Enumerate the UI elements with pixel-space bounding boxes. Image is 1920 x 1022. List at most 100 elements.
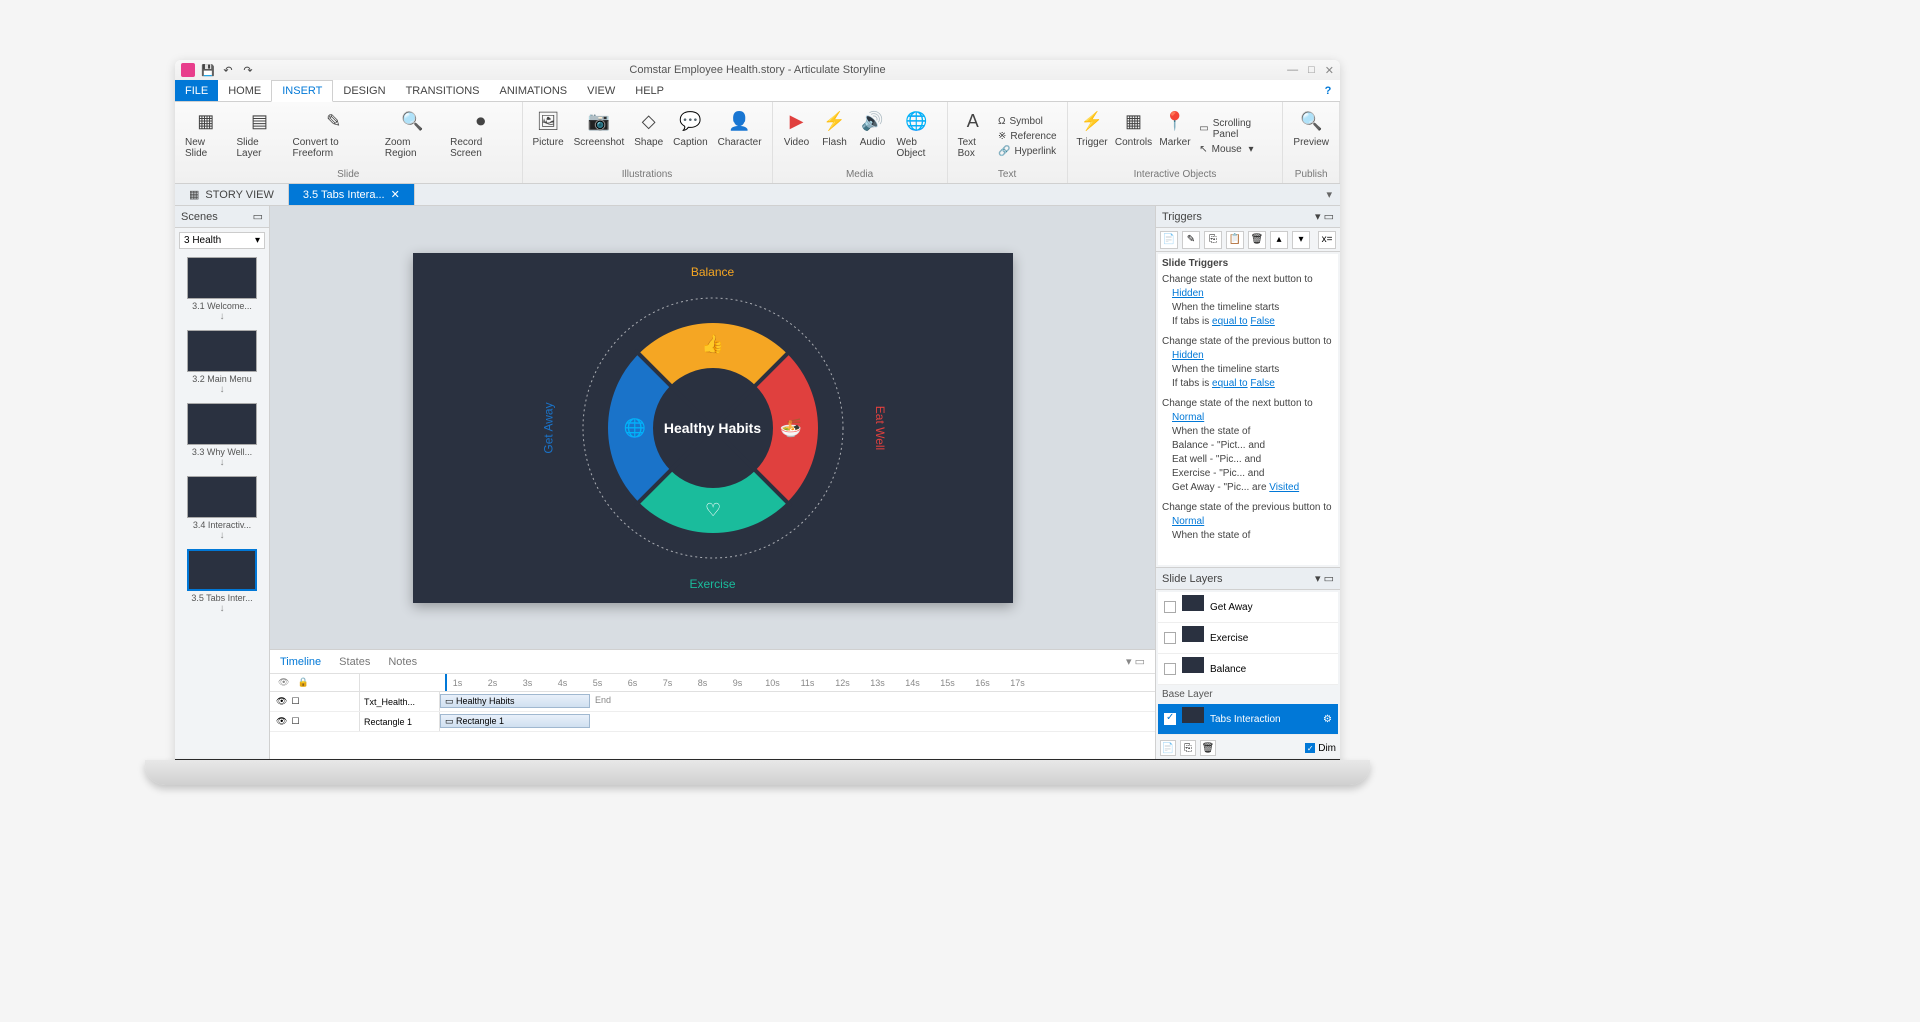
video-button[interactable]: ▶Video	[779, 105, 815, 167]
layers-title: Slide Layers	[1162, 573, 1223, 585]
timeline-track[interactable]: 👁☐Rectangle 1▭ Rectangle 1	[270, 712, 1155, 732]
slide-stage[interactable]: 👍 🍜 ♡ 🌐 Healthy Habits Balance Eat Well …	[413, 253, 1013, 603]
chevron-down-icon: ▾	[255, 235, 260, 246]
symbol-button[interactable]: ΩSymbol	[994, 115, 1061, 128]
window-title: Comstar Employee Health.story - Articula…	[629, 64, 885, 76]
caption-button[interactable]: 💬Caption	[669, 105, 711, 167]
screenshot-button[interactable]: 📷Screenshot	[570, 105, 629, 167]
segment-label-eatwell: Eat Well	[873, 405, 887, 449]
shape-button[interactable]: ◇Shape	[630, 105, 667, 167]
convert-freeform-button[interactable]: ✎Convert to Freeform	[289, 105, 379, 167]
tab-help[interactable]: HELP	[625, 80, 674, 101]
new-layer-button[interactable]: 📄	[1160, 740, 1176, 756]
scrolling-panel-button[interactable]: ▭Scrolling Panel	[1195, 117, 1276, 141]
tab-file[interactable]: FILE	[175, 80, 218, 101]
picture-button[interactable]: 🖼Picture	[529, 105, 568, 167]
paste-trigger-button[interactable]: 📋	[1226, 231, 1244, 249]
duplicate-layer-button[interactable]: ⎘	[1180, 740, 1196, 756]
story-view-tab[interactable]: ▦STORY VIEW	[175, 184, 289, 205]
hyperlink-button[interactable]: 🔗Hyperlink	[994, 145, 1061, 158]
segment-label-balance: Balance	[691, 265, 734, 279]
scene-thumb[interactable]: 3.1 Welcome...↓	[179, 257, 265, 322]
triggers-panel: Triggers▾ ▭ 📄 ✎ ⎘ 📋 🗑 ▴ ▾ x= Slide Trigg…	[1156, 206, 1340, 567]
tab-view[interactable]: VIEW	[577, 80, 625, 101]
tab-design[interactable]: DESIGN	[333, 80, 395, 101]
redo-icon[interactable]: ↷	[241, 63, 255, 77]
svg-text:🌐: 🌐	[623, 417, 645, 438]
delete-trigger-button[interactable]: 🗑	[1248, 231, 1266, 249]
new-slide-button[interactable]: ▦New Slide	[181, 105, 230, 167]
save-icon[interactable]: 💾	[201, 63, 215, 77]
timeline-panel: Timeline States Notes ▾ ▭ 👁🔒 1s2s3s4s5s6…	[270, 649, 1155, 759]
scene-thumb[interactable]: 3.3 Why Well...↓	[179, 403, 265, 468]
help-icon[interactable]: ?	[1316, 80, 1340, 101]
undo-icon[interactable]: ↶	[221, 63, 235, 77]
audio-button[interactable]: 🔊Audio	[855, 105, 891, 167]
copy-trigger-button[interactable]: ⎘	[1204, 231, 1222, 249]
scene-thumb[interactable]: 3.5 Tabs Inter...↓	[179, 549, 265, 614]
tabs-dropdown-icon[interactable]: ▾	[1318, 184, 1340, 205]
move-up-button[interactable]: ▴	[1270, 231, 1288, 249]
playhead[interactable]	[445, 674, 447, 691]
app-logo-icon	[181, 63, 195, 77]
scene-selector[interactable]: 3 Health▾	[179, 232, 265, 249]
svg-text:🍜: 🍜	[779, 418, 801, 438]
base-layer-row[interactable]: Tabs Interaction⚙	[1158, 704, 1338, 735]
tab-animations[interactable]: ANIMATIONS	[490, 80, 578, 101]
gear-icon[interactable]: ⚙	[1323, 714, 1332, 725]
svg-text:♡: ♡	[704, 500, 720, 520]
trigger-button[interactable]: ⚡Trigger	[1074, 105, 1111, 167]
slide-layers-panel: Slide Layers▾ ▭ Get AwayExerciseBalance …	[1156, 567, 1340, 759]
ribbon-tabs: FILE HOME INSERT DESIGN TRANSITIONS ANIM…	[175, 80, 1340, 102]
triggers-title: Triggers	[1162, 211, 1202, 223]
controls-button[interactable]: ▦Controls	[1112, 105, 1154, 167]
title-bar: 💾 ↶ ↷ Comstar Employee Health.story - Ar…	[175, 60, 1340, 80]
scenes-title: Scenes	[181, 211, 218, 223]
close-icon[interactable]: ✕	[1325, 64, 1334, 77]
record-screen-button[interactable]: ⏺Record Screen	[446, 105, 515, 167]
scene-thumb[interactable]: 3.4 Interactiv...↓	[179, 476, 265, 541]
tab-insert[interactable]: INSERT	[271, 80, 333, 102]
svg-text:👍: 👍	[701, 333, 723, 354]
segment-label-getaway: Get Away	[541, 402, 555, 453]
states-tab[interactable]: States	[339, 656, 370, 668]
layer-row[interactable]: Exercise	[1158, 623, 1338, 654]
flash-button[interactable]: ⚡Flash	[817, 105, 853, 167]
variables-button[interactable]: x=	[1318, 231, 1336, 249]
layer-row[interactable]: Balance	[1158, 654, 1338, 685]
close-tab-icon[interactable]: ✕	[391, 188, 400, 201]
scene-thumb[interactable]: 3.2 Main Menu↓	[179, 330, 265, 395]
slide-layer-button[interactable]: ▤Slide Layer	[232, 105, 286, 167]
new-trigger-button[interactable]: 📄	[1160, 231, 1178, 249]
mouse-button[interactable]: ↖Mouse ▾	[1195, 143, 1276, 156]
timeline-tab[interactable]: Timeline	[280, 656, 321, 668]
tab-home[interactable]: HOME	[218, 80, 271, 101]
preview-button[interactable]: 🔍Preview	[1289, 105, 1333, 167]
delete-layer-button[interactable]: 🗑	[1200, 740, 1216, 756]
eye-icon[interactable]: 👁	[278, 677, 289, 688]
zoom-region-button[interactable]: 🔍Zoom Region	[381, 105, 444, 167]
canvas-area: 👍 🍜 ♡ 🌐 Healthy Habits Balance Eat Well …	[270, 206, 1155, 759]
lock-icon[interactable]: 🔒	[297, 677, 308, 688]
reference-button[interactable]: ※Reference	[994, 130, 1061, 143]
chart-center-label: Healthy Habits	[664, 420, 761, 436]
move-down-button[interactable]: ▾	[1292, 231, 1310, 249]
scenes-panel: Scenes ▭ 3 Health▾ 3.1 Welcome...↓ 3.2 Mai…	[175, 206, 270, 759]
maximize-icon[interactable]: □	[1308, 64, 1315, 77]
segment-label-exercise: Exercise	[689, 577, 735, 591]
ribbon: ▦New Slide ▤Slide Layer ✎Convert to Free…	[175, 102, 1340, 184]
notes-tab[interactable]: Notes	[388, 656, 417, 668]
layer-row[interactable]: Get Away	[1158, 592, 1338, 623]
document-tabs: ▦STORY VIEW 3.5 Tabs Intera...✕ ▾	[175, 184, 1340, 206]
minimize-icon[interactable]: —	[1287, 64, 1298, 77]
timeline-track[interactable]: 👁☐Txt_Health...▭ Healthy HabitsEnd	[270, 692, 1155, 712]
text-box-button[interactable]: AText Box	[954, 105, 992, 167]
edit-trigger-button[interactable]: ✎	[1182, 231, 1200, 249]
base-layer-label: Base Layer	[1156, 687, 1340, 702]
character-button[interactable]: 👤Character	[714, 105, 766, 167]
marker-button[interactable]: 📍Marker	[1157, 105, 1194, 167]
tab-transitions[interactable]: TRANSITIONS	[396, 80, 490, 101]
web-object-button[interactable]: 🌐Web Object	[893, 105, 941, 167]
slide-tab[interactable]: 3.5 Tabs Intera...✕	[289, 184, 415, 205]
panel-menu-icon[interactable]: ▭	[253, 210, 263, 223]
